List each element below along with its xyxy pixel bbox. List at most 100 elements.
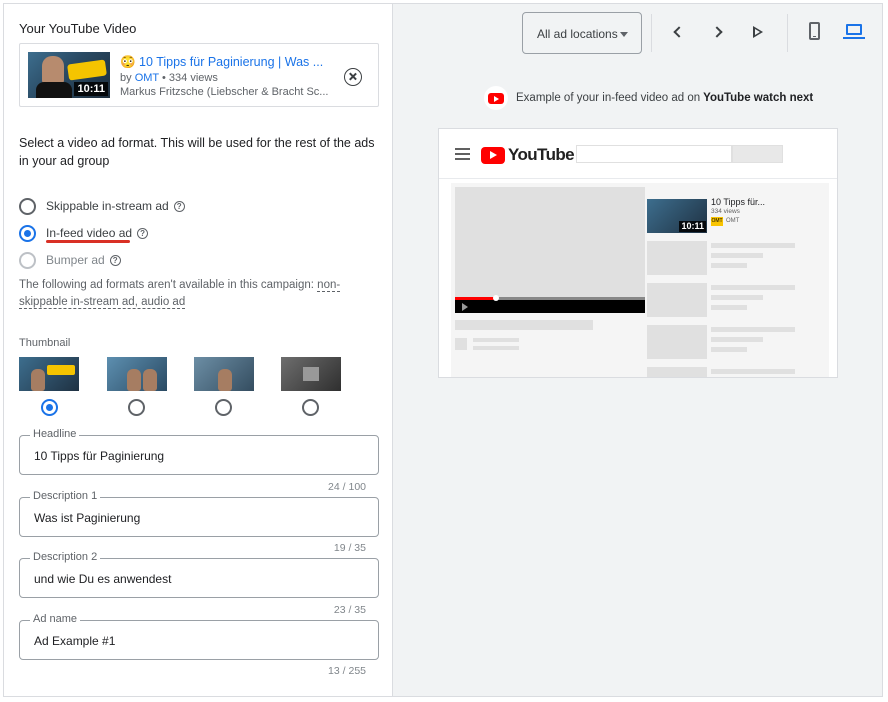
ad-location-select[interactable]: All ad locations [522,12,642,54]
video-duration: 10:11 [74,82,108,96]
format-label: Skippable in-stream ad [46,199,169,213]
unavailable-formats-note: The following ad formats aren't availabl… [19,277,381,311]
thumbnail-shirt [36,82,72,98]
laptop-base [843,37,865,39]
thumbnail-person [31,369,45,391]
placeholder-bar [711,337,763,342]
example-placement: YouTube watch next [703,92,814,104]
mobile-preview-button[interactable] [806,22,822,40]
placeholder-thumb [647,367,707,377]
format-option-bumper: Bumper ad ? [19,250,121,270]
laptop-icon [846,24,862,35]
chevron-left-icon [673,26,685,38]
placeholder-bar [473,338,519,342]
channel-link[interactable]: OMT [135,72,159,84]
format-option-skippable[interactable]: Skippable in-stream ad ? [19,196,185,216]
description-2-field[interactable]: Description 2 und wie Du es anwendest [19,551,379,598]
help-icon[interactable]: ? [137,227,149,239]
progress-track [495,297,645,300]
thumbnail-radio-2[interactable] [128,399,145,416]
format-prompt: Select a video ad format. This will be u… [19,136,375,168]
ad-preview-views: 334 views [711,208,740,215]
radio-skippable[interactable] [19,197,36,215]
help-icon[interactable]: ? [173,200,185,212]
ad-preview-thumbnail: 10:11 [647,199,707,233]
placeholder-thumb [647,325,707,359]
mock-play-icon [462,303,468,311]
char-counter: 13 / 255 [328,665,366,677]
field-label: Headline [30,428,80,440]
play-button[interactable] [750,24,766,40]
mock-player-controls [455,295,645,313]
mock-body: 10:11 10 Tipps für... 334 views OMT OMT [451,183,829,377]
field-value[interactable]: und wie Du es anwendest [34,572,171,586]
ad-preview-channel: OMT [726,218,740,224]
placeholder-bar [711,285,795,290]
format-label: In-feed video ad [46,226,133,240]
video-thumbnail: 10:11 [28,52,110,98]
thumbnail-person [143,369,157,391]
chevron-right-icon [711,26,723,38]
next-button[interactable] [710,24,726,40]
thumbnail-option-2[interactable] [107,357,167,391]
youtube-watch-next-mock: YouTube 10:11 10 Tipps für... 334 views … [438,128,838,378]
video-owner: Markus Fritzsche (Liebscher & Bracht Sc.… [120,86,329,98]
toolbar-divider [651,14,652,52]
placeholder-bar [473,346,519,350]
field-label: Description 1 [30,490,101,502]
ad-preview-duration: 10:11 [679,221,706,232]
mock-player [455,187,645,297]
ad-form-panel: Your YouTube Video 10:11 😳 10 Tipps für … [4,4,393,696]
mock-search-button [732,145,783,163]
radio-bumper [19,251,36,269]
mock-search-box [576,145,732,163]
thumbnail-banner [67,59,107,81]
placeholder-avatar [455,338,467,350]
field-value[interactable]: Ad Example #1 [34,634,115,648]
placeholder-bar [711,347,747,352]
thumbnail-radio-1[interactable] [41,399,58,416]
headline-field[interactable]: Headline 10 Tipps für Paginierung [19,428,379,475]
thumbnail-logo-shape [303,367,319,381]
video-title-link[interactable]: 😳 10 Tipps für Paginierung | Was ... [120,55,323,70]
remove-video-icon[interactable] [344,68,362,86]
previous-button[interactable] [670,24,686,40]
thumbnail-radio-3[interactable] [215,399,232,416]
video-by: by [120,72,132,84]
field-value[interactable]: Was ist Paginierung [34,511,140,525]
section-title: Your YouTube Video [19,21,137,36]
format-label: Bumper ad [46,253,105,267]
selected-video-card[interactable]: 10:11 😳 10 Tipps für Paginierung | Was .… [19,43,379,107]
help-icon[interactable]: ? [109,254,121,266]
description-1-field[interactable]: Description 1 Was ist Paginierung [19,490,379,537]
placeholder-bar [455,320,593,330]
radio-infeed[interactable] [19,224,36,242]
placeholder-thumb [647,283,707,317]
example-text: Example of your in-feed video ad on [516,92,701,104]
thumbnail-banner [47,365,75,375]
field-value[interactable]: 10 Tipps für Paginierung [34,449,164,463]
placeholder-thumb [647,241,707,275]
desktop-preview-button[interactable] [843,24,865,40]
placeholder-bar [711,295,763,300]
menu-icon [455,148,470,160]
field-label: Ad name [30,613,81,625]
dropdown-caret-icon [620,32,628,37]
placeholder-bar [711,305,747,310]
preview-panel: All ad locations Example of your in-feed… [393,4,882,696]
ad-preview-title: 10 Tipps für... [711,197,766,207]
ad-editor-frame: Your YouTube Video 10:11 😳 10 Tipps für … [3,3,883,697]
progress-fill [455,297,495,300]
thumbnail-option-4[interactable] [281,357,341,391]
placeholder-bar [711,263,747,268]
thumbnail-radio-4[interactable] [302,399,319,416]
placeholder-bar [711,243,795,248]
ad-preview-badge: OMT [711,217,723,226]
ad-name-field[interactable]: Ad name Ad Example #1 [19,613,379,660]
ad-location-value: All ad locations [537,27,618,41]
video-meta: by OMT • 334 views [120,72,218,84]
thumbnail-option-1[interactable] [19,357,79,391]
thumbnail-person [218,369,232,391]
thumbnail-option-3[interactable] [194,357,254,391]
thumbnail-label: Thumbnail [19,337,71,349]
